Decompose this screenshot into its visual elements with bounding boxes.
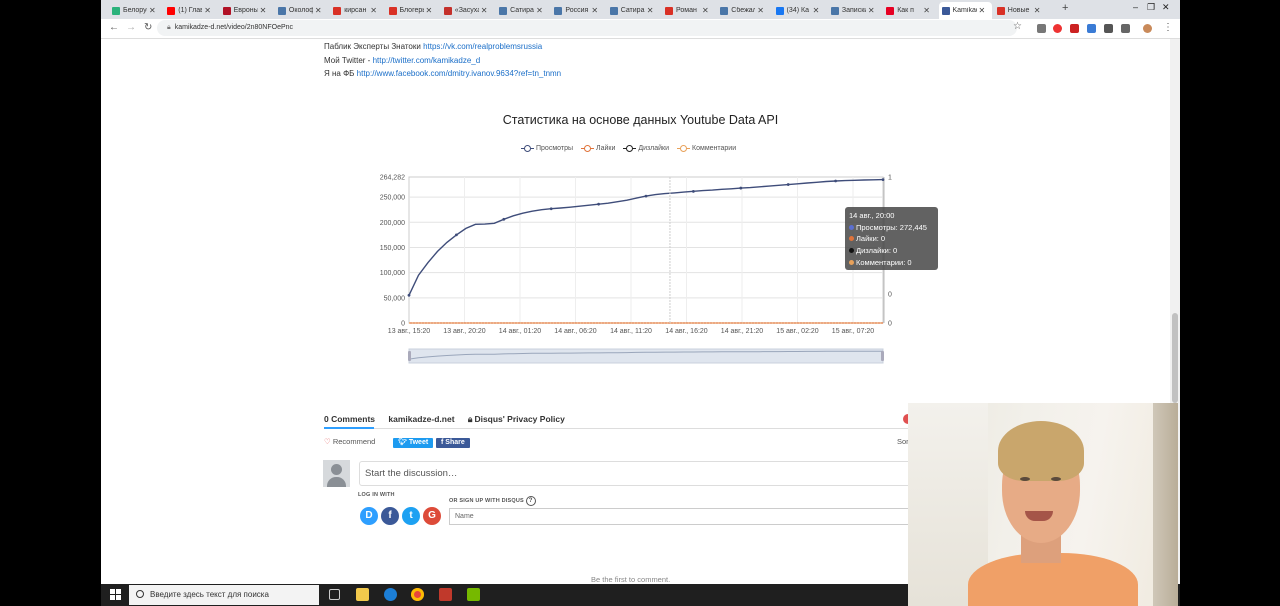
- presenter-eye: [1020, 477, 1030, 481]
- facebook-icon: f: [441, 439, 444, 446]
- lock-icon: 🔒︎: [467, 414, 473, 424]
- presenter-eye: [1051, 477, 1061, 481]
- x-tick-label: 14 авг., 06:20: [554, 328, 597, 335]
- tooltip-row: Дизлайки: 0: [849, 245, 934, 257]
- task-view-icon[interactable]: [329, 589, 340, 600]
- presenter-hair: [998, 421, 1084, 481]
- comments-tabs: 0 Comments kamikadze-d.net 🔒︎ Disqus' Pri…: [324, 414, 576, 425]
- login-label: LOG IN WITH: [358, 492, 395, 498]
- data-point-views[interactable]: [834, 179, 837, 183]
- tab-site[interactable]: kamikadze-d.net: [388, 414, 454, 424]
- edge-icon[interactable]: [384, 588, 397, 601]
- background-shelf: [1153, 403, 1178, 606]
- disqus-login-icon[interactable]: D: [360, 507, 378, 525]
- line-chart[interactable]: 0 50,000 100,000 150,000 200,000 250,000 264,2…: [101, 0, 1180, 380]
- x-tick-label: 14 авг., 01:20: [499, 328, 542, 335]
- y-tick-label: 250,000: [380, 195, 405, 202]
- tab-divider: [324, 428, 917, 429]
- twitter-icon: 🐦︎: [398, 439, 407, 446]
- file-explorer-icon[interactable]: [356, 588, 369, 601]
- tooltip-row: Комментарии: 0: [849, 257, 934, 269]
- x-tick-label: 14 авг., 21:20: [721, 328, 764, 335]
- tooltip-row: Просмотры: 272,445: [849, 222, 934, 234]
- y-tick-label: 100,000: [380, 270, 405, 277]
- name-input[interactable]: Name: [449, 508, 919, 525]
- x-tick-label: 14 авг., 11:20: [610, 328, 652, 335]
- plot-frame: [408, 176, 884, 324]
- x-tick-label: 15 авг., 07:20: [832, 328, 875, 335]
- series-dot: [849, 248, 854, 254]
- data-point-views[interactable]: [739, 186, 743, 190]
- data-point-views[interactable]: [644, 194, 648, 198]
- tab-privacy-policy[interactable]: Disqus' Privacy Policy: [474, 414, 564, 424]
- data-point-views[interactable]: [692, 189, 695, 193]
- data-point-views[interactable]: [881, 178, 885, 182]
- webcam-overlay: [908, 403, 1178, 606]
- range-handle-right[interactable]: [881, 351, 884, 361]
- tweet-button[interactable]: 🐦︎ Tweet: [393, 438, 434, 448]
- series-dot: [849, 224, 854, 230]
- data-point-views[interactable]: [502, 217, 506, 221]
- x-tick-label: 15 авг., 02:20: [776, 328, 819, 335]
- share-button[interactable]: f Share: [436, 438, 470, 448]
- y-tick-label: 0: [401, 321, 405, 328]
- heart-icon: ♡: [324, 437, 331, 446]
- series-dot: [849, 259, 854, 265]
- help-icon[interactable]: ?: [525, 496, 536, 506]
- search-icon: [136, 590, 144, 598]
- data-point-views[interactable]: [455, 233, 458, 237]
- recommend-button[interactable]: ♡ Recommend: [324, 437, 375, 446]
- x-tick-label: 14 авг., 16:20: [665, 328, 708, 335]
- x-tick-label: 13 авг., 15:20: [388, 328, 431, 335]
- x-tick-label: 13 авг., 20:20: [443, 328, 486, 335]
- data-point-views[interactable]: [597, 202, 600, 206]
- range-handle-left[interactable]: [408, 351, 411, 361]
- y-tick-label: 200,000: [380, 220, 405, 227]
- tab-comments-count[interactable]: 0 Comments: [324, 414, 375, 424]
- windows-start-icon[interactable]: [110, 589, 121, 600]
- facebook-login-icon[interactable]: f: [381, 507, 399, 525]
- y-tick-label: 150,000: [380, 245, 405, 252]
- signup-label: OR SIGN UP WITH DISQUS ?: [449, 496, 536, 506]
- data-point-views[interactable]: [407, 293, 411, 297]
- mcafee-icon[interactable]: [439, 588, 452, 601]
- user-avatar: [323, 460, 350, 487]
- active-tab-indicator: [324, 427, 374, 429]
- data-point-views[interactable]: [786, 183, 790, 186]
- tooltip-title: 14 авг., 20:00: [849, 211, 895, 220]
- chrome-icon[interactable]: [411, 588, 424, 601]
- chart-tooltip: 14 авг., 20:00 Просмотры: 272,445 Лайки:…: [845, 207, 938, 270]
- series-dot: [849, 236, 854, 242]
- twitter-login-icon[interactable]: t: [402, 507, 420, 525]
- y-right-tick-label: 1: [888, 175, 892, 182]
- first-comment-text: Be the first to comment.: [591, 575, 671, 584]
- y-tick-label: 264,282: [380, 175, 405, 182]
- data-point-views[interactable]: [549, 207, 553, 211]
- discussion-input[interactable]: Start the discussion…: [359, 461, 919, 486]
- google-login-icon[interactable]: G: [423, 507, 441, 525]
- tooltip-row: Лайки: 0: [849, 233, 934, 245]
- y-right-tick-label: 0: [888, 292, 892, 299]
- taskbar-search[interactable]: Введите здесь текст для поиска: [129, 585, 319, 605]
- scrollbar-thumb[interactable]: [1172, 313, 1178, 403]
- y-right-tick-label: 0: [888, 321, 892, 328]
- y-tick-label: 50,000: [384, 295, 406, 302]
- nvidia-icon[interactable]: [467, 588, 480, 601]
